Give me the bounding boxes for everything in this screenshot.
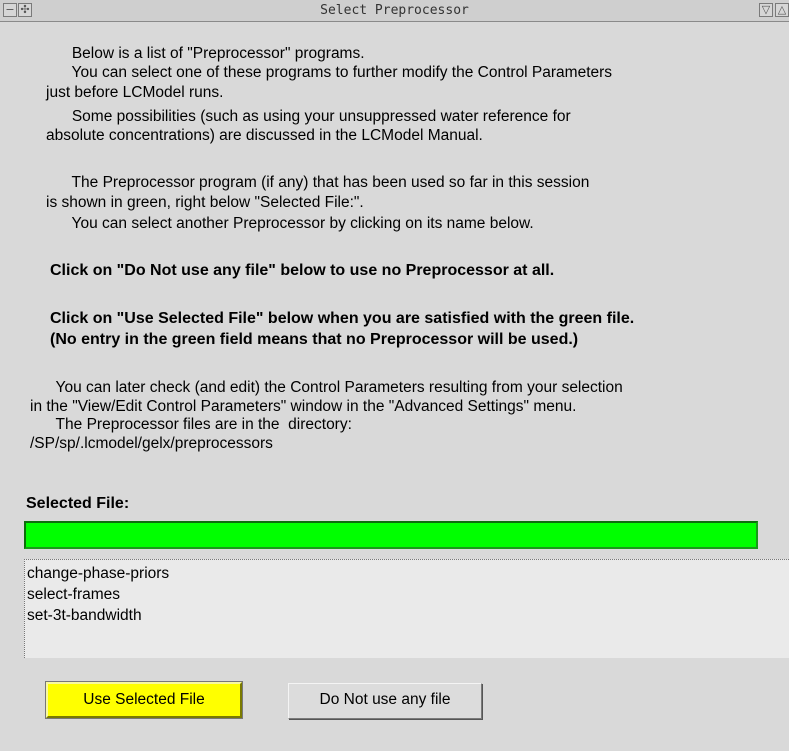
instruction-bold: Click on "Do Not use any file" below to …	[50, 262, 555, 279]
list-item[interactable]: change-phase-priors	[27, 564, 169, 584]
instruction-line: The Preprocessor files are in the direct…	[30, 416, 352, 433]
do-not-use-any-file-button[interactable]: Do Not use any file	[288, 683, 482, 719]
instruction-line: Some possibilities (such as using your u…	[46, 108, 571, 125]
list-item[interactable]: set-3t-bandwidth	[27, 606, 142, 626]
title-bar: − ✣ Select Preprocessor ▽ △	[0, 0, 789, 22]
instruction-line: just before LCModel runs.	[46, 84, 224, 101]
directory-path: /SP/sp/.lcmodel/gelx/preprocessors	[30, 435, 273, 452]
preprocessor-list[interactable]: change-phase-priors select-frames set-3t…	[24, 559, 789, 658]
selected-file-label: Selected File:	[26, 495, 130, 512]
instruction-line: Below is a list of "Preprocessor" progra…	[46, 45, 365, 62]
instruction-line: You can select another Preprocessor by c…	[46, 215, 534, 232]
instruction-bold: Click on "Use Selected File" below when …	[50, 310, 635, 327]
use-selected-file-button[interactable]: Use Selected File	[45, 681, 243, 719]
instruction-bold: (No entry in the green field means that …	[50, 331, 579, 348]
instruction-line: absolute concentrations) are discussed i…	[46, 127, 483, 144]
triangle-down-icon[interactable]: ▽	[759, 3, 773, 17]
selected-file-field[interactable]	[24, 521, 758, 549]
triangle-up-icon[interactable]: △	[775, 3, 789, 17]
instruction-line: is shown in green, right below "Selected…	[46, 194, 364, 211]
instruction-line: You can later check (and edit) the Contr…	[30, 379, 623, 396]
window-title: Select Preprocessor	[320, 3, 469, 18]
instruction-line: You can select one of these programs to …	[46, 64, 613, 81]
instruction-line: in the "View/Edit Control Parameters" wi…	[30, 398, 577, 415]
instruction-line: The Preprocessor program (if any) that h…	[46, 174, 590, 191]
list-item[interactable]: select-frames	[27, 585, 120, 605]
